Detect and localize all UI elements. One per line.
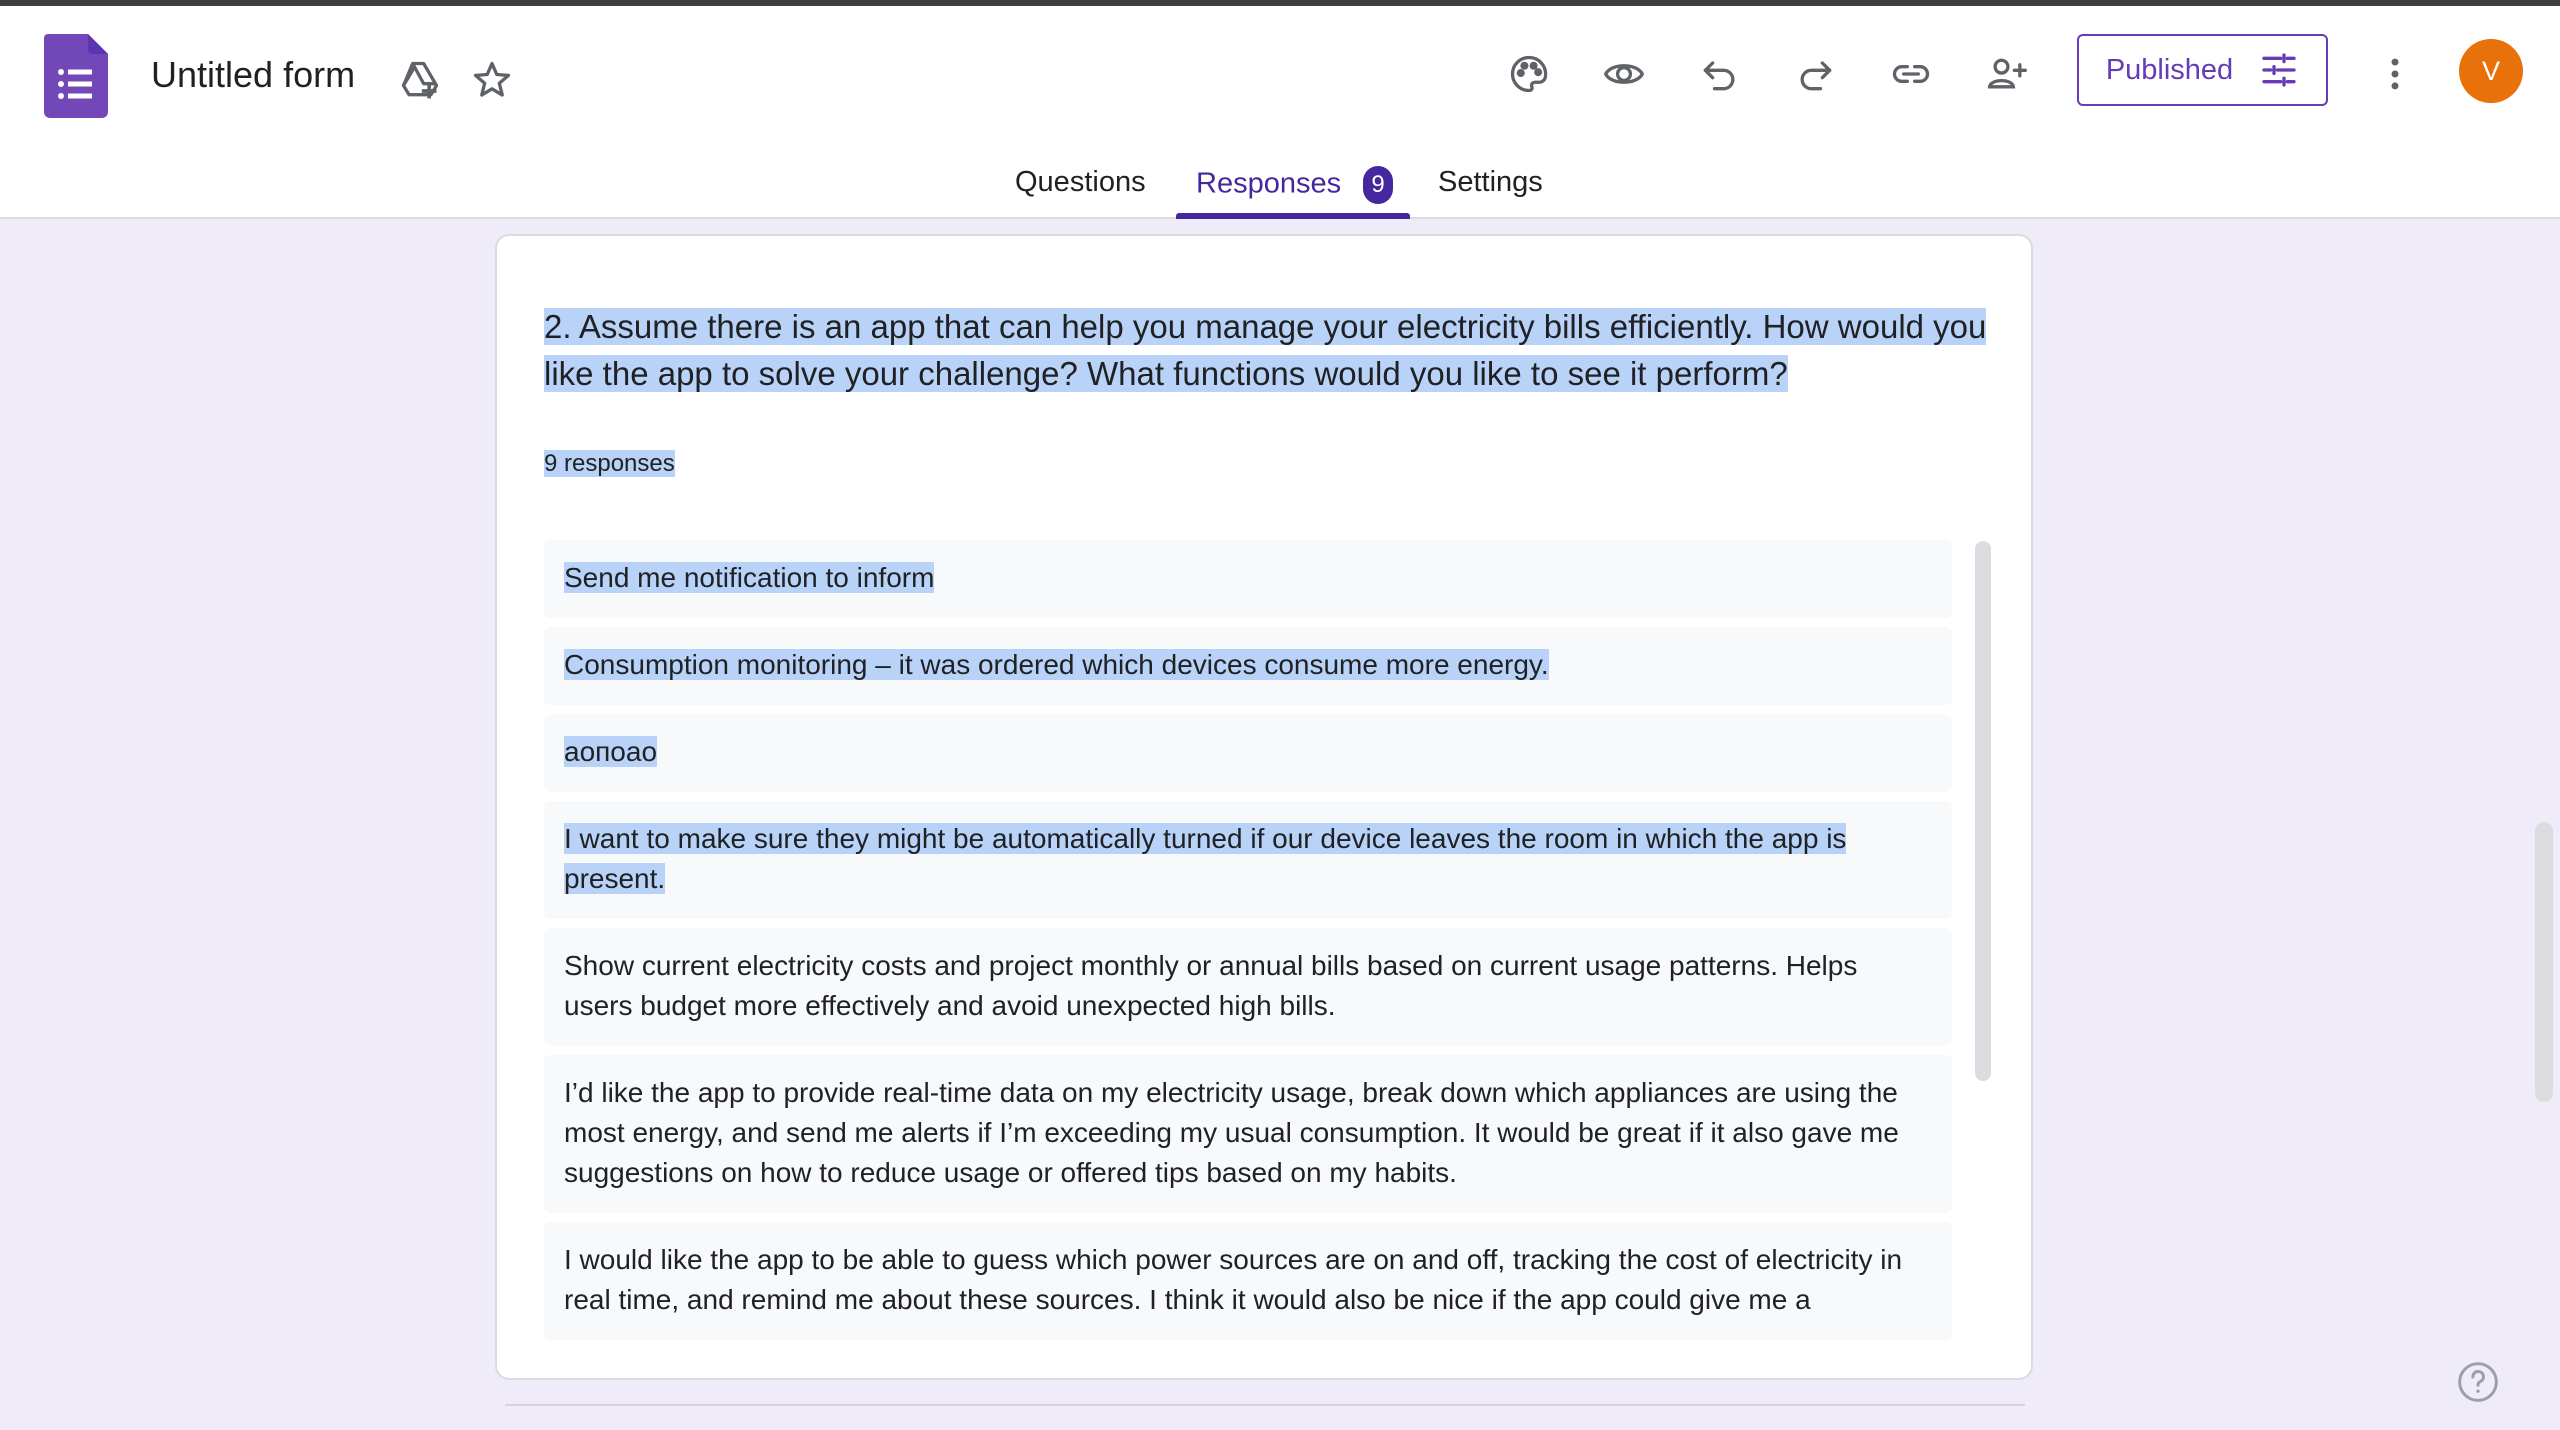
forms-logo-icon[interactable] <box>44 34 108 118</box>
published-button[interactable]: Published <box>2077 34 2328 106</box>
app-header: Untitled form Published V Questions Resp… <box>0 6 2560 219</box>
help-icon[interactable] <box>2456 1360 2500 1404</box>
response-list[interactable]: Send me notification to inform Consumpti… <box>544 540 1952 1368</box>
tab-responses-label: Responses <box>1196 167 1342 200</box>
palette-icon[interactable] <box>1497 42 1561 106</box>
add-collaborator-icon[interactable] <box>1975 42 2039 106</box>
avatar[interactable]: V <box>2459 39 2523 103</box>
responses-count-label: 9 responses <box>544 450 675 477</box>
response-list-scrollbar[interactable] <box>1975 541 1991 1081</box>
list-item: I’d like the app to provide real-time da… <box>544 1055 1952 1213</box>
tab-bar: Questions Responses 9 Settings <box>0 156 2560 219</box>
published-label: Published <box>2105 53 2234 86</box>
responses-count-badge: 9 <box>1363 166 1394 204</box>
question-title: 2. Assume there is an app that can help … <box>544 308 1987 392</box>
more-vert-icon[interactable] <box>2363 42 2427 106</box>
list-item: I want to make sure they might be automa… <box>544 801 1952 919</box>
list-item: Show current electricity costs and proje… <box>544 928 1952 1046</box>
list-item: Consumption monitoring – it was ordered … <box>544 627 1952 705</box>
list-item: I would like the app to be able to guess… <box>544 1222 1952 1340</box>
tab-settings[interactable]: Settings <box>1438 166 1543 199</box>
redo-icon[interactable] <box>1783 42 1847 106</box>
list-item: Send me notification to inform <box>544 540 1952 618</box>
tune-icon <box>2262 53 2296 87</box>
star-icon[interactable] <box>460 48 524 112</box>
move-to-drive-icon[interactable] <box>388 48 452 112</box>
undo-icon[interactable] <box>1688 42 1752 106</box>
list-item: аопоао <box>544 714 1952 792</box>
tab-questions[interactable]: Questions <box>1015 166 1146 199</box>
tab-responses[interactable]: Responses 9 <box>1196 166 1394 204</box>
form-title[interactable]: Untitled form <box>151 54 355 96</box>
preview-eye-icon[interactable] <box>1592 42 1656 106</box>
page-scrollbar[interactable] <box>2535 822 2553 1102</box>
link-icon[interactable] <box>1879 42 1943 106</box>
question-summary-card: 2. Assume there is an app that can help … <box>495 234 2033 1380</box>
active-tab-indicator <box>1176 213 1410 219</box>
divider <box>505 1404 2025 1406</box>
